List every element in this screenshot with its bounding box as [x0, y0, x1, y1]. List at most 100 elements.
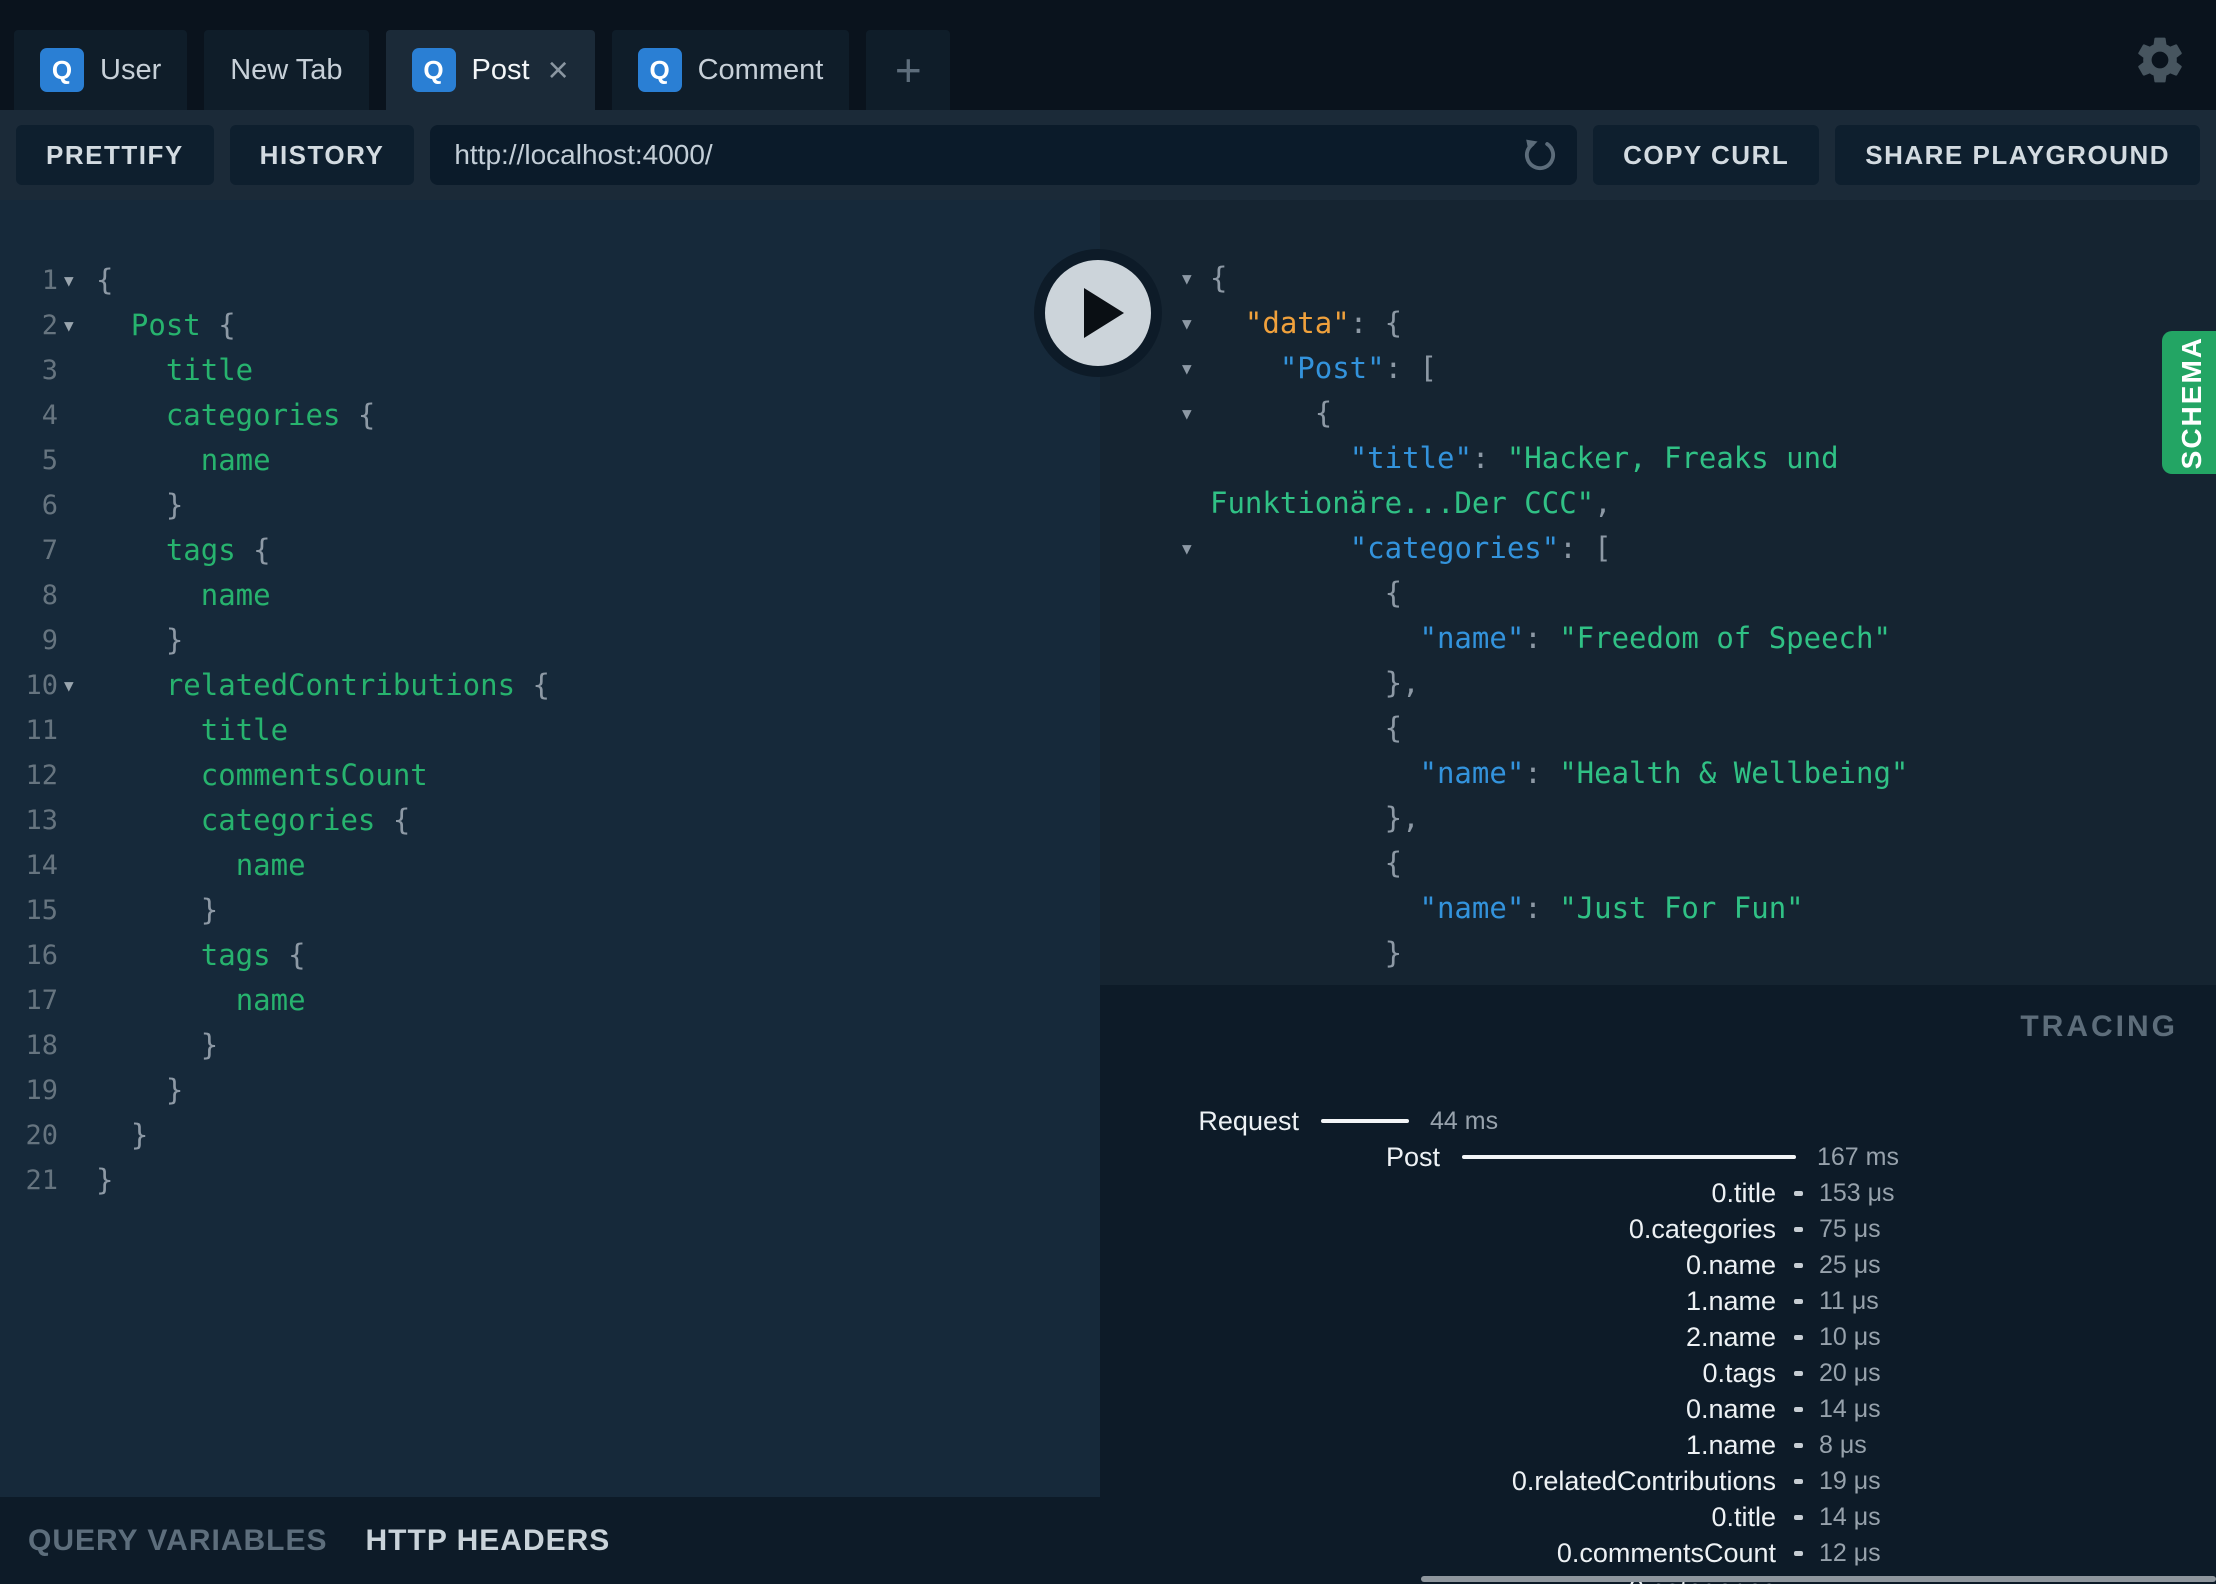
close-tab-icon[interactable]: ×: [548, 52, 569, 88]
copy-curl-button[interactable]: COPY CURL: [1593, 125, 1820, 185]
query-line[interactable]: 6 }: [0, 483, 1100, 528]
query-line[interactable]: 16 tags {: [0, 933, 1100, 978]
query-line[interactable]: 19 }: [0, 1068, 1100, 1113]
code-token: name: [200, 578, 271, 612]
fold-arrow-icon[interactable]: ▼: [1182, 391, 1192, 436]
query-line[interactable]: 15 }: [0, 888, 1100, 933]
query-code-text: relatedContributions {: [96, 663, 1100, 708]
fold-arrow-icon[interactable]: ▼: [1182, 301, 1192, 346]
play-icon: [1084, 288, 1124, 338]
query-line[interactable]: 5 name: [0, 438, 1100, 483]
line-number: 6: [41, 490, 58, 521]
query-code-text: }: [96, 618, 1100, 663]
query-line[interactable]: 1 ▼ {: [0, 258, 1100, 303]
query-line[interactable]: 10 ▼ relatedContributions {: [0, 663, 1100, 708]
query-line[interactable]: 3 title: [0, 348, 1100, 393]
line-number: 15: [25, 895, 58, 926]
code-token: "Just For Fun": [1559, 891, 1804, 925]
tracing-duration-value: 20 μs: [1819, 1359, 1881, 1387]
query-line[interactable]: 2 ▼ Post {: [0, 303, 1100, 348]
schema-tab-label: SCHEMA: [2176, 335, 2207, 470]
add-tab-button[interactable]: +: [866, 30, 951, 110]
query-line[interactable]: 18 }: [0, 1023, 1100, 1068]
tracing-row: 0.name 14 μs: [1100, 1391, 2216, 1427]
tracing-duration-value: 11 μs: [1819, 1287, 1879, 1315]
tracing-duration-value: 14 μs: [1819, 1395, 1881, 1423]
tracing-marker-dot: [1794, 1263, 1803, 1268]
query-line[interactable]: 13 categories {: [0, 798, 1100, 843]
query-line[interactable]: 21}: [0, 1158, 1100, 1203]
query-line[interactable]: 7 tags {: [0, 528, 1100, 573]
code-token: {: [270, 938, 306, 972]
toolbar: PRETTIFY HISTORY COPY CURL SHARE PLAYGRO…: [0, 110, 2216, 200]
code-token: :: [1524, 621, 1560, 655]
tracing-marker-dot: [1794, 1443, 1803, 1448]
tab-post[interactable]: Q Post ×: [385, 30, 595, 110]
query-editor-lines: 1 ▼{2 ▼ Post {3 title 4 categories {5 name 6…: [0, 258, 1100, 1203]
tab-comment[interactable]: Q Comment: [611, 30, 850, 110]
code-token: "name": [1419, 756, 1525, 790]
prettify-button[interactable]: PRETTIFY: [16, 125, 214, 185]
history-button[interactable]: HISTORY: [229, 125, 415, 185]
endpoint-url-input[interactable]: [430, 139, 1578, 171]
tracing-span-label: 1.name: [1685, 1430, 1776, 1460]
tracing-span-label: 2.name: [1685, 1322, 1776, 1352]
code-token: }: [200, 893, 219, 927]
response-line: },: [1100, 796, 2216, 841]
tab-new-tab[interactable]: New Tab: [204, 30, 369, 110]
query-line[interactable]: 14 name: [0, 843, 1100, 888]
query-code-text: }: [96, 1158, 1100, 1203]
refresh-icon[interactable]: [1519, 134, 1561, 176]
response-line: }: [1100, 931, 2216, 976]
query-line[interactable]: 20 }: [0, 1113, 1100, 1158]
horizontal-scrollbar[interactable]: [1421, 1576, 2216, 1582]
fold-arrow-icon[interactable]: ▼: [64, 663, 74, 708]
schema-tab-button[interactable]: SCHEMA: [2162, 331, 2216, 474]
line-number: 7: [41, 535, 58, 566]
tracing-span-label: 0.title: [1711, 1502, 1776, 1532]
tracing-span-label: 0.title: [1711, 1178, 1776, 1208]
line-number: 8: [41, 580, 58, 611]
tracing-row: 0.tags 20 μs: [1100, 1355, 2216, 1391]
query-code-text: name: [96, 573, 1100, 618]
response-line: ]: [1100, 976, 2216, 985]
query-line[interactable]: 11 title: [0, 708, 1100, 753]
tracing-duration-value: 75 μs: [1819, 1215, 1881, 1243]
code-token: {: [235, 533, 271, 567]
http-headers-tab[interactable]: HTTP HEADERS: [366, 1524, 611, 1558]
query-line[interactable]: 17 name: [0, 978, 1100, 1023]
tab-user[interactable]: Q User: [14, 30, 188, 110]
fold-arrow-icon[interactable]: ▼: [1182, 256, 1192, 301]
fold-arrow-icon[interactable]: ▼: [64, 258, 74, 303]
code-token: "title": [1349, 441, 1472, 475]
query-editor-pane[interactable]: 1 ▼{2 ▼ Post {3 title 4 categories {5 name 6…: [0, 200, 1100, 1497]
line-number: 12: [25, 760, 58, 791]
query-variables-tab[interactable]: QUERY VARIABLES: [28, 1524, 328, 1558]
share-playground-button[interactable]: SHARE PLAYGROUND: [1835, 125, 2200, 185]
query-line[interactable]: 4 categories {: [0, 393, 1100, 438]
tracing-row: Request 44 ms: [1100, 1103, 2216, 1139]
line-number: 16: [25, 940, 58, 971]
fold-arrow-icon[interactable]: ▼: [1182, 346, 1192, 391]
settings-gear-icon[interactable]: [2132, 32, 2188, 88]
fold-arrow-icon[interactable]: ▼: [1182, 526, 1192, 571]
query-line[interactable]: 12 commentsCount: [0, 753, 1100, 798]
line-number: 3: [41, 355, 58, 386]
execute-query-button[interactable]: [1034, 249, 1162, 377]
query-line[interactable]: 8 name: [0, 573, 1100, 618]
tracing-duration-value: 8 μs: [1819, 1431, 1867, 1459]
tracing-span-label: 0.name: [1685, 1250, 1776, 1280]
tracing-row: 0.title 153 μs: [1100, 1175, 2216, 1211]
code-token: }: [96, 1163, 114, 1197]
tracing-duration-value: 14 μs: [1819, 1503, 1881, 1531]
query-code-text: }: [96, 1068, 1100, 1113]
query-code-text: categories {: [96, 393, 1100, 438]
query-code-text: commentsCount: [96, 753, 1100, 798]
fold-arrow-icon[interactable]: ▼: [64, 303, 74, 348]
tracing-marker-dot: [1794, 1479, 1803, 1484]
query-line[interactable]: 9 }: [0, 618, 1100, 663]
response-line: ▼{: [1100, 256, 2216, 301]
code-token: }: [200, 1028, 219, 1062]
response-line: {: [1100, 571, 2216, 616]
bottom-bar: QUERY VARIABLES HTTP HEADERS: [0, 1497, 1100, 1584]
